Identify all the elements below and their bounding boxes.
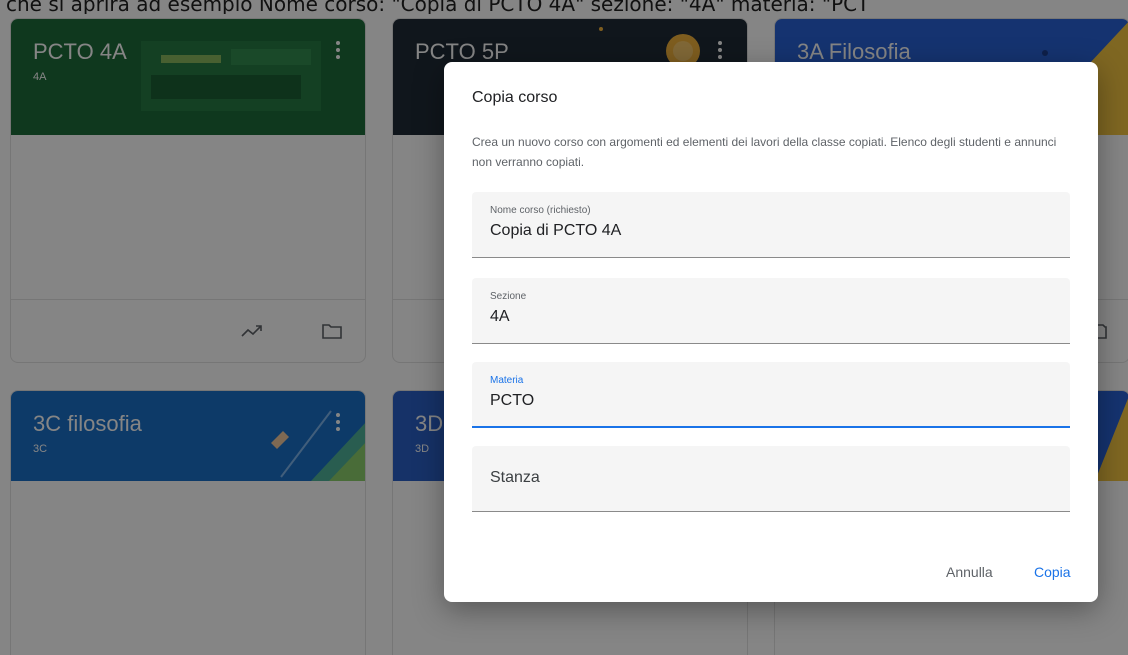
field-label: Nome corso (richiesto) [490, 205, 591, 216]
dialog-description: Crea un nuovo corso con argomenti ed ele… [472, 135, 1057, 169]
copy-button[interactable]: Copia [1024, 556, 1081, 588]
field-value[interactable]: Copia di PCTO 4A [490, 222, 621, 240]
field-placeholder[interactable]: Stanza [490, 469, 540, 487]
room-field[interactable]: Stanza [472, 446, 1070, 512]
field-value[interactable]: PCTO [490, 392, 534, 410]
copy-course-dialog: Copia corso Crea un nuovo corso con argo… [444, 62, 1098, 602]
cancel-button[interactable]: Annulla [936, 556, 1003, 588]
field-label: Materia [490, 375, 524, 386]
course-name-field[interactable]: Nome corso (richiesto) Copia di PCTO 4A [472, 192, 1070, 258]
section-field[interactable]: Sezione 4A [472, 278, 1070, 344]
field-value[interactable]: 4A [490, 308, 510, 326]
dialog-title: Copia corso [472, 89, 558, 106]
subject-field[interactable]: Materia PCTO [472, 362, 1070, 428]
field-label: Sezione [490, 291, 527, 302]
